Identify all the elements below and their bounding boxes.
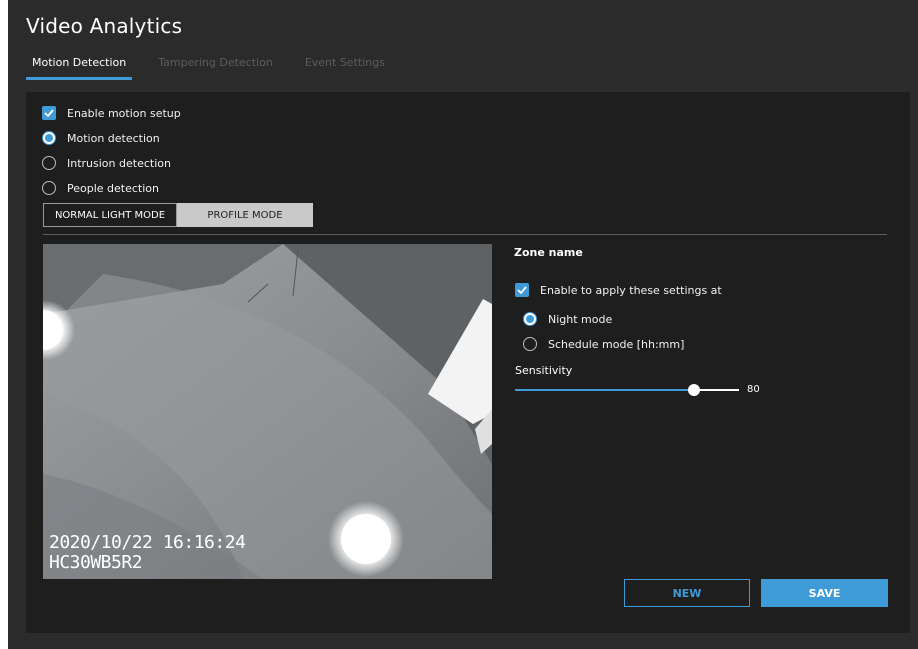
settings-panel: Enable motion setup Motion detection Int… bbox=[26, 92, 910, 633]
tab-motion-detection[interactable]: Motion Detection bbox=[26, 50, 133, 80]
light-mode-toggle: NORMAL LIGHT MODE PROFILE MODE bbox=[43, 203, 313, 227]
apply-settings-checkbox[interactable] bbox=[515, 283, 529, 297]
people-detection-radio[interactable] bbox=[42, 181, 56, 195]
camera-live-view[interactable]: 2020/10/22 16:16:24 HC30WB5R2 bbox=[43, 244, 492, 579]
camera-id: HC30WB5R2 bbox=[49, 552, 143, 573]
slider-thumb[interactable] bbox=[688, 384, 700, 396]
normal-light-mode-button[interactable]: NORMAL LIGHT MODE bbox=[43, 203, 177, 227]
tab-bar: Motion Detection Tampering Detection Eve… bbox=[26, 50, 411, 80]
left-edge bbox=[0, 0, 8, 649]
apply-settings-row[interactable]: Enable to apply these settings at bbox=[515, 283, 722, 297]
apply-settings-label: Enable to apply these settings at bbox=[540, 283, 722, 297]
night-mode-label: Night mode bbox=[548, 312, 613, 326]
people-detection-option[interactable]: People detection bbox=[42, 181, 159, 195]
intrusion-detection-label: Intrusion detection bbox=[67, 156, 171, 170]
motion-detection-label: Motion detection bbox=[67, 131, 160, 145]
enable-motion-setup-row[interactable]: Enable motion setup bbox=[42, 106, 181, 120]
enable-motion-setup-label: Enable motion setup bbox=[67, 106, 181, 120]
profile-mode-button[interactable]: PROFILE MODE bbox=[177, 203, 313, 227]
page-title: Video Analytics bbox=[26, 14, 183, 38]
intrusion-detection-radio[interactable] bbox=[42, 156, 56, 170]
video-overlay-text: 2020/10/22 16:16:24 HC30WB5R2 bbox=[49, 532, 246, 573]
camera-frame-image bbox=[43, 244, 492, 579]
schedule-mode-label: Schedule mode [hh:mm] bbox=[548, 337, 685, 351]
night-mode-option[interactable]: Night mode bbox=[523, 312, 612, 326]
motion-detection-radio[interactable] bbox=[42, 131, 56, 145]
tab-event-settings[interactable]: Event Settings bbox=[299, 50, 391, 80]
people-detection-label: People detection bbox=[67, 181, 159, 195]
night-mode-radio[interactable] bbox=[523, 312, 537, 326]
zone-name-heading: Zone name bbox=[514, 246, 583, 259]
slider-track-empty bbox=[694, 389, 739, 391]
intrusion-detection-option[interactable]: Intrusion detection bbox=[42, 156, 171, 170]
video-timestamp: 2020/10/22 16:16:24 bbox=[49, 532, 246, 553]
checkmark-icon bbox=[44, 109, 54, 117]
sensitivity-value: 80 bbox=[747, 384, 760, 395]
slider-track-filled bbox=[515, 389, 694, 391]
motion-detection-option[interactable]: Motion detection bbox=[42, 131, 160, 145]
sensitivity-slider[interactable] bbox=[515, 384, 739, 396]
checkmark-icon bbox=[517, 286, 527, 294]
schedule-mode-radio[interactable] bbox=[523, 337, 537, 351]
enable-motion-setup-checkbox[interactable] bbox=[42, 106, 56, 120]
sensitivity-label: Sensitivity bbox=[515, 364, 573, 377]
save-button[interactable]: SAVE bbox=[761, 579, 888, 607]
tab-tampering-detection[interactable]: Tampering Detection bbox=[152, 50, 279, 80]
section-divider bbox=[43, 234, 887, 235]
schedule-mode-option[interactable]: Schedule mode [hh:mm] bbox=[523, 337, 684, 351]
new-button[interactable]: NEW bbox=[624, 579, 750, 607]
